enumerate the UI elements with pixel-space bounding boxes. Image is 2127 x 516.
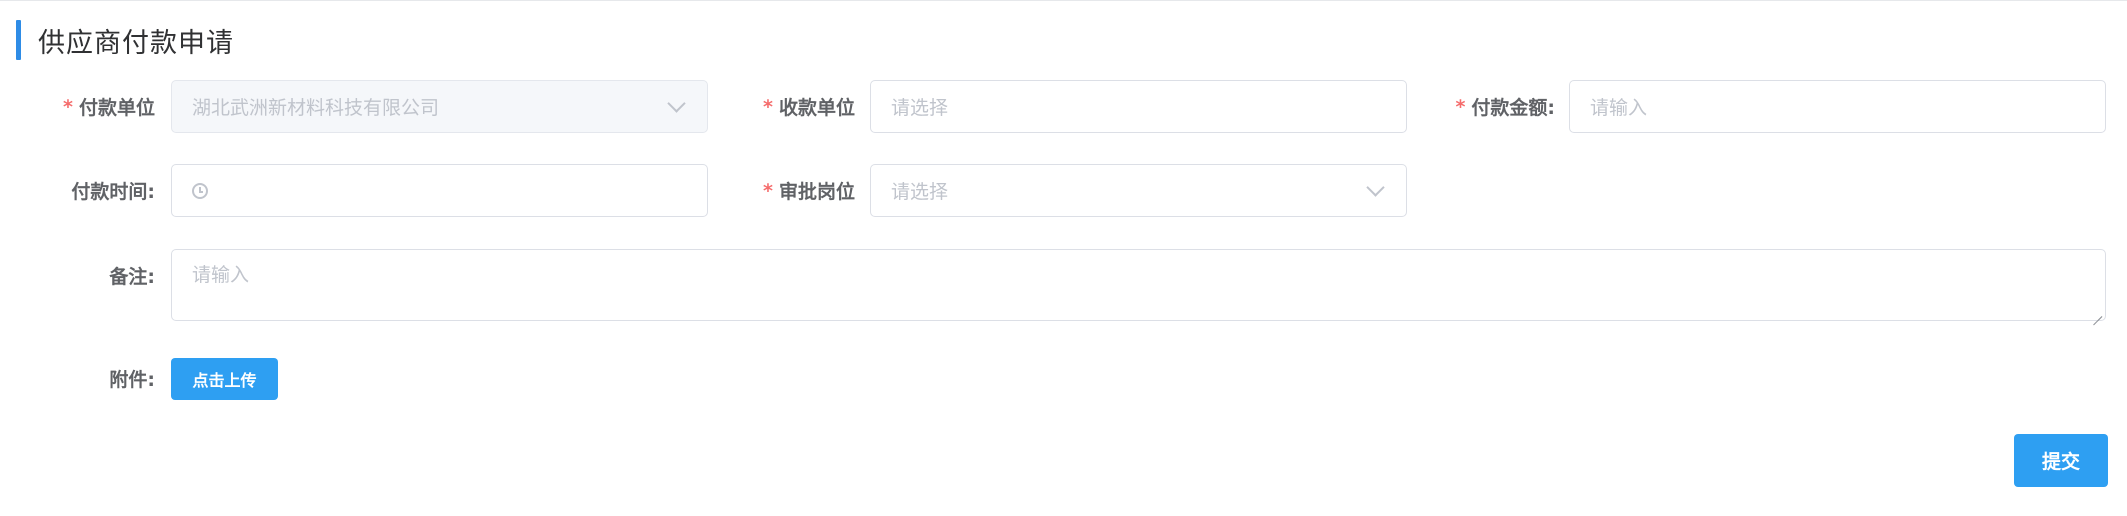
approval-post-select[interactable]: 请选择 [870,164,1407,217]
pay-time-label-text: 付款时间: [71,181,155,203]
required-marker: * [763,179,773,202]
page-title: 供应商付款申请 [38,27,234,59]
payee-label: * 收款单位 [720,80,855,133]
payee-label-text: 收款单位 [778,97,855,119]
remark-label-text: 备注: [109,266,155,288]
resize-handle-icon[interactable] [2092,307,2102,317]
payer-select-value: 湖北武洲新材料科技有限公司 [192,97,440,119]
amount-label-text: 付款金额: [1471,97,1555,119]
clock-icon [192,182,208,199]
approval-post-label: * 审批岗位 [720,164,855,217]
amount-input[interactable]: 请输入 [1569,80,2106,133]
pay-time-picker[interactable] [171,164,708,217]
payer-label-text: 付款单位 [78,97,155,119]
payer-label: * 付款单位 [20,80,155,133]
payee-select[interactable]: 请选择 [870,80,1407,133]
upload-button[interactable]: 点击上传 [171,358,278,400]
top-divider [0,0,2127,1]
chevron-down-icon [667,93,686,113]
remark-label: 备注: [20,249,155,302]
approval-post-label-text: 审批岗位 [778,181,855,203]
chevron-down-icon [1366,177,1385,197]
page-header: 供应商付款申请 [16,20,234,60]
submit-button[interactable]: 提交 [2014,434,2108,487]
required-marker: * [763,95,773,118]
amount-placeholder: 请输入 [1590,97,1648,119]
approval-post-placeholder: 请选择 [891,181,949,203]
required-marker: * [63,95,73,118]
payee-placeholder: 请选择 [891,97,949,119]
remark-textarea[interactable]: 请输入 [171,249,2106,321]
title-accent-bar [16,20,21,60]
amount-label: * 付款金额: [1420,80,1555,133]
payer-select[interactable]: 湖北武洲新材料科技有限公司 [171,80,708,133]
remark-placeholder: 请输入 [192,264,250,286]
attachment-label: 附件: [20,352,155,405]
pay-time-label: 付款时间: [20,164,155,217]
attachment-label-text: 附件: [109,369,155,391]
required-marker: * [1455,95,1466,118]
